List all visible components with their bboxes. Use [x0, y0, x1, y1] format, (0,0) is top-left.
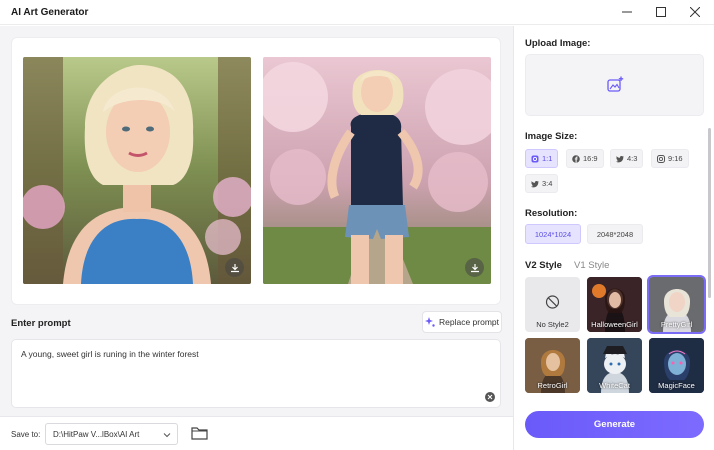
style-card-white-cat[interactable]: WhiteCat	[587, 338, 642, 393]
style-card-retro-girl[interactable]: RetroGirl	[525, 338, 580, 393]
resolution-2048[interactable]: 2048*2048	[587, 224, 643, 244]
result-image-2[interactable]	[263, 57, 491, 284]
result-gallery	[11, 37, 501, 305]
size-chip-label: 3:4	[542, 179, 553, 188]
portrait-blue-top-image	[23, 57, 251, 284]
running-girl-image	[263, 57, 491, 284]
prompt-text: A young, sweet girl is runing in the win…	[21, 349, 199, 359]
twitter-icon	[531, 180, 539, 187]
style-card-magic-face[interactable]: MagicFace	[649, 338, 704, 393]
facebook-icon	[572, 154, 580, 163]
instagram-icon	[531, 155, 539, 162]
size-chip-label: 16:9	[583, 154, 598, 163]
chevron-down-icon	[163, 433, 171, 438]
resolution-label: Resolution:	[525, 208, 578, 219]
panel-scrollbar[interactable]	[708, 128, 711, 298]
size-chip-4-3[interactable]: 4:3	[610, 149, 644, 168]
upload-image-dropzone[interactable]	[525, 54, 704, 116]
download-icon	[470, 263, 479, 272]
replace-prompt-button[interactable]: Replace prompt	[422, 311, 502, 333]
add-image-icon	[606, 76, 623, 92]
minimize-button[interactable]	[614, 3, 640, 21]
app-title: AI Art Generator	[11, 7, 89, 18]
close-button[interactable]	[682, 3, 708, 21]
settings-panel: Upload Image: Image Size: 1:1 16:9 4:3 9…	[513, 26, 714, 450]
size-chip-label: 1:1	[542, 154, 553, 163]
save-path-select[interactable]: D:\HitPaw V...lBox\AI Art	[45, 423, 178, 445]
download-icon	[230, 263, 239, 272]
resolution-1024[interactable]: 1024*1024	[525, 224, 581, 244]
style-card-label: MagicFace	[658, 381, 695, 390]
upload-image-label: Upload Image:	[525, 38, 591, 49]
tab-v1-style[interactable]: V1 Style	[574, 260, 609, 271]
instagram-icon	[657, 154, 665, 163]
result-image-1[interactable]	[23, 57, 251, 284]
open-folder-button[interactable]	[191, 426, 208, 442]
close-icon	[487, 394, 493, 400]
style-card-label: No Style2	[536, 320, 569, 329]
tab-v2-style[interactable]: V2 Style	[525, 260, 562, 271]
minimize-icon	[622, 11, 632, 13]
style-card-label: PrettyGirl	[660, 320, 693, 329]
style-card-no-style[interactable]: No Style2	[525, 277, 580, 332]
workspace: Enter prompt Replace prompt A young, swe…	[0, 26, 513, 450]
size-chip-3-4[interactable]: 3:4	[525, 174, 559, 193]
close-icon	[690, 7, 700, 17]
size-chip-9-16[interactable]: 9:16	[651, 149, 689, 168]
style-card-halloween-girl[interactable]: HalloweenGirl	[587, 277, 642, 332]
style-card-label: HalloweenGirl	[591, 320, 638, 329]
size-chip-1-1[interactable]: 1:1	[525, 149, 559, 168]
generate-button[interactable]: Generate	[525, 411, 704, 438]
folder-icon	[191, 427, 208, 440]
title-bar: AI Art Generator	[0, 0, 714, 25]
size-chip-label: 9:16	[668, 154, 683, 163]
save-bar: Save to: D:\HitPaw V...lBox\AI Art	[0, 416, 513, 450]
style-card-label: RetroGirl	[537, 381, 568, 390]
twitter-icon	[616, 155, 624, 162]
download-button-2[interactable]	[465, 258, 484, 277]
download-button-1[interactable]	[225, 258, 244, 277]
maximize-icon	[656, 7, 666, 17]
style-card-pretty-girl[interactable]: PrettyGirl	[647, 275, 706, 334]
sparkle-icon	[424, 317, 435, 327]
style-card-label: WhiteCat	[599, 381, 630, 390]
prompt-label: Enter prompt	[11, 318, 71, 329]
maximize-button[interactable]	[648, 3, 674, 21]
replace-prompt-label: Replace prompt	[438, 317, 499, 327]
clear-prompt-button[interactable]	[485, 392, 495, 402]
image-size-label: Image Size:	[525, 131, 578, 142]
prompt-input[interactable]: A young, sweet girl is runing in the win…	[11, 339, 501, 408]
save-to-label: Save to:	[11, 430, 41, 439]
save-path-value: D:\HitPaw V...lBox\AI Art	[53, 430, 140, 439]
size-chip-16-9[interactable]: 16:9	[566, 149, 604, 168]
size-chip-label: 4:3	[627, 154, 638, 163]
